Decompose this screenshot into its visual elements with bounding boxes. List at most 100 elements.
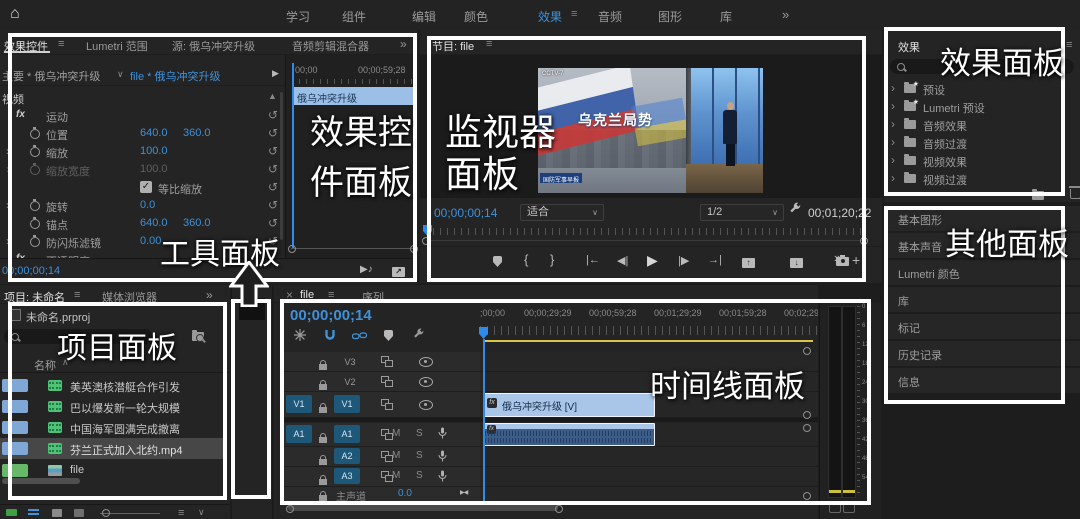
stopwatch-icon[interactable] bbox=[30, 129, 40, 139]
lock-icon[interactable] bbox=[319, 364, 327, 370]
rows-vertical-scrollbar[interactable] bbox=[280, 92, 283, 240]
mark-in-icon[interactable]: { bbox=[524, 252, 528, 267]
seek-handle-left[interactable] bbox=[422, 237, 430, 245]
tab-source-monitor[interactable]: 源: 俄乌冲突升级 bbox=[172, 38, 255, 54]
mute-button[interactable]: M bbox=[392, 450, 400, 461]
effects-folder-audio-effects[interactable]: › 音频效果 bbox=[884, 116, 1080, 133]
lock-icon[interactable] bbox=[319, 495, 327, 501]
reset-icon[interactable]: ↺ bbox=[268, 144, 278, 158]
export-icon[interactable]: ↗ bbox=[392, 267, 405, 277]
solo-button[interactable]: S bbox=[416, 428, 423, 439]
icon-view-icon[interactable] bbox=[52, 509, 62, 517]
section-video-row[interactable]: 视频 ▲ bbox=[0, 89, 285, 107]
effects-folder-video-transitions[interactable]: › 视频过渡 bbox=[884, 170, 1080, 187]
panel-tab-info[interactable]: 信息 bbox=[884, 368, 1080, 393]
workspace-tab-audio[interactable]: 音频 bbox=[598, 8, 622, 25]
value-x[interactable]: 640.0 bbox=[140, 217, 168, 229]
add-marker-icon[interactable] bbox=[493, 256, 502, 267]
item-name[interactable]: 美英澳核潜艇合作引发 bbox=[70, 379, 180, 395]
row-motion[interactable]: fx 运动 ↺ bbox=[0, 107, 285, 125]
value[interactable]: 0.0 bbox=[140, 199, 155, 211]
video-audio-divider[interactable] bbox=[282, 418, 818, 422]
linked-clip-label[interactable]: file * 俄乌冲突升级 bbox=[130, 68, 220, 84]
lock-icon[interactable] bbox=[319, 384, 327, 390]
sync-lock-icon[interactable] bbox=[381, 471, 392, 481]
track-a2-header[interactable]: A2 M S bbox=[282, 447, 480, 467]
value-y[interactable]: 360.0 bbox=[183, 217, 211, 229]
track-a1-lane[interactable]: fx bbox=[480, 423, 818, 447]
seek-handle-right[interactable] bbox=[860, 237, 868, 245]
panel-tab-markers[interactable]: 标记 bbox=[884, 314, 1080, 339]
sync-lock-icon[interactable] bbox=[381, 429, 392, 439]
hscroll-handle-right[interactable] bbox=[555, 505, 563, 513]
track-v1-header[interactable]: V1 V1 bbox=[282, 392, 480, 418]
lane-clip[interactable]: 俄乌冲突升级 bbox=[292, 87, 416, 105]
reset-icon[interactable]: ↺ bbox=[268, 180, 278, 194]
solo-right-button[interactable] bbox=[843, 501, 855, 513]
expand-icon[interactable]: › bbox=[891, 171, 895, 185]
workspace-tab-color[interactable]: 颜色 bbox=[464, 8, 488, 25]
track-target-a2[interactable]: A2 bbox=[334, 448, 360, 464]
tab-lumetri-scopes[interactable]: Lumetri 范围 bbox=[86, 38, 148, 54]
panel-menu-icon[interactable]: ≡ bbox=[1066, 39, 1072, 51]
panel-tab-history[interactable]: 历史记录 bbox=[884, 341, 1080, 366]
expand-icon[interactable]: › bbox=[891, 81, 895, 95]
expand-icon[interactable]: › bbox=[6, 198, 10, 212]
project-hscrollbar[interactable] bbox=[2, 478, 80, 484]
track-v2-header[interactable]: V2 bbox=[282, 372, 480, 392]
delete-icon[interactable] bbox=[1070, 189, 1080, 199]
workspace-tab-effects[interactable]: 效果 bbox=[538, 8, 562, 25]
workspace-tab-learning[interactable]: 学习 bbox=[286, 8, 310, 25]
stopwatch-icon[interactable] bbox=[30, 219, 40, 229]
expand-icon[interactable]: › bbox=[891, 153, 895, 167]
home-icon[interactable]: ⌂ bbox=[10, 5, 20, 23]
label-chip[interactable] bbox=[2, 421, 28, 434]
close-tab-icon[interactable]: × bbox=[286, 288, 293, 302]
collapse-icon[interactable]: ▲ bbox=[268, 91, 277, 101]
effects-folder-audio-transitions[interactable]: › 音频过渡 bbox=[884, 134, 1080, 151]
reset-icon[interactable]: ↺ bbox=[268, 162, 278, 176]
timeline-ruler[interactable]: ;00;00 00;00;29;29 00;00;59;28 00;01;29;… bbox=[480, 302, 818, 338]
timeline-hscrollbar[interactable] bbox=[288, 505, 558, 511]
list-view-icon[interactable] bbox=[28, 509, 39, 517]
source-patch-a1[interactable]: A1 bbox=[286, 425, 312, 443]
track-a1-header[interactable]: A1 A1 M S bbox=[282, 423, 480, 447]
timeline-playhead-line[interactable] bbox=[483, 339, 485, 502]
mute-button[interactable]: M bbox=[392, 428, 400, 439]
item-name[interactable]: 巴以爆发新一轮大规模 bbox=[70, 400, 180, 416]
reset-icon[interactable]: ↺ bbox=[268, 216, 278, 230]
project-item-row[interactable]: 中国海军圆满完成撤离 bbox=[0, 417, 226, 438]
tab-program-monitor[interactable]: 节目: file bbox=[432, 38, 474, 54]
project-item-row[interactable]: 美英澳核潜艇合作引发 bbox=[0, 375, 226, 396]
footer-chevron-icon[interactable]: ∨ bbox=[198, 507, 205, 518]
play-audio-icon[interactable]: ▶♪ bbox=[360, 264, 373, 275]
workspace-tab-assembly[interactable]: 组件 bbox=[342, 8, 366, 25]
track-visibility-eye-icon[interactable] bbox=[419, 357, 433, 367]
mic-icon[interactable] bbox=[438, 450, 447, 465]
workspace-menu-icon[interactable]: ≡ bbox=[571, 8, 577, 20]
label-chip[interactable] bbox=[2, 464, 28, 477]
go-to-out-icon[interactable]: →| bbox=[708, 254, 722, 266]
mic-icon[interactable] bbox=[438, 427, 447, 442]
track-target-v1[interactable]: V1 bbox=[334, 395, 360, 413]
insert-nest-icon[interactable] bbox=[294, 329, 306, 344]
new-bin-icon[interactable] bbox=[1032, 191, 1044, 200]
panel-menu-icon[interactable]: ≡ bbox=[58, 38, 64, 50]
item-name[interactable]: 中国海军圆满完成撤离 bbox=[70, 421, 180, 437]
transport-overflow-icon[interactable]: » bbox=[834, 250, 841, 265]
master-track-lane[interactable] bbox=[480, 487, 818, 502]
playback-resolution-select[interactable]: 1/2 ∨ bbox=[700, 204, 784, 221]
reset-icon[interactable]: ↺ bbox=[268, 198, 278, 212]
monitor-timecode[interactable]: 00;00;00;14 bbox=[434, 206, 497, 220]
workspace-tab-graphics[interactable]: 图形 bbox=[658, 8, 682, 25]
video-clip[interactable]: fx 俄乌冲突升级 [V] bbox=[483, 393, 655, 417]
go-to-in-icon[interactable]: |← bbox=[586, 254, 600, 266]
row-position[interactable]: 位置 640.0 360.0 ↺ bbox=[0, 125, 285, 143]
track-visibility-eye-icon[interactable] bbox=[419, 377, 433, 387]
panel-overflow-icon[interactable]: » bbox=[400, 37, 407, 51]
timeline-settings-wrench-icon[interactable] bbox=[412, 328, 425, 344]
value[interactable]: 100.0 bbox=[140, 145, 168, 157]
master-volume-value[interactable]: 0.0 bbox=[398, 488, 412, 499]
track-a3-header[interactable]: A3 M S bbox=[282, 467, 480, 487]
timeline-vscroll-handle[interactable] bbox=[803, 411, 811, 419]
